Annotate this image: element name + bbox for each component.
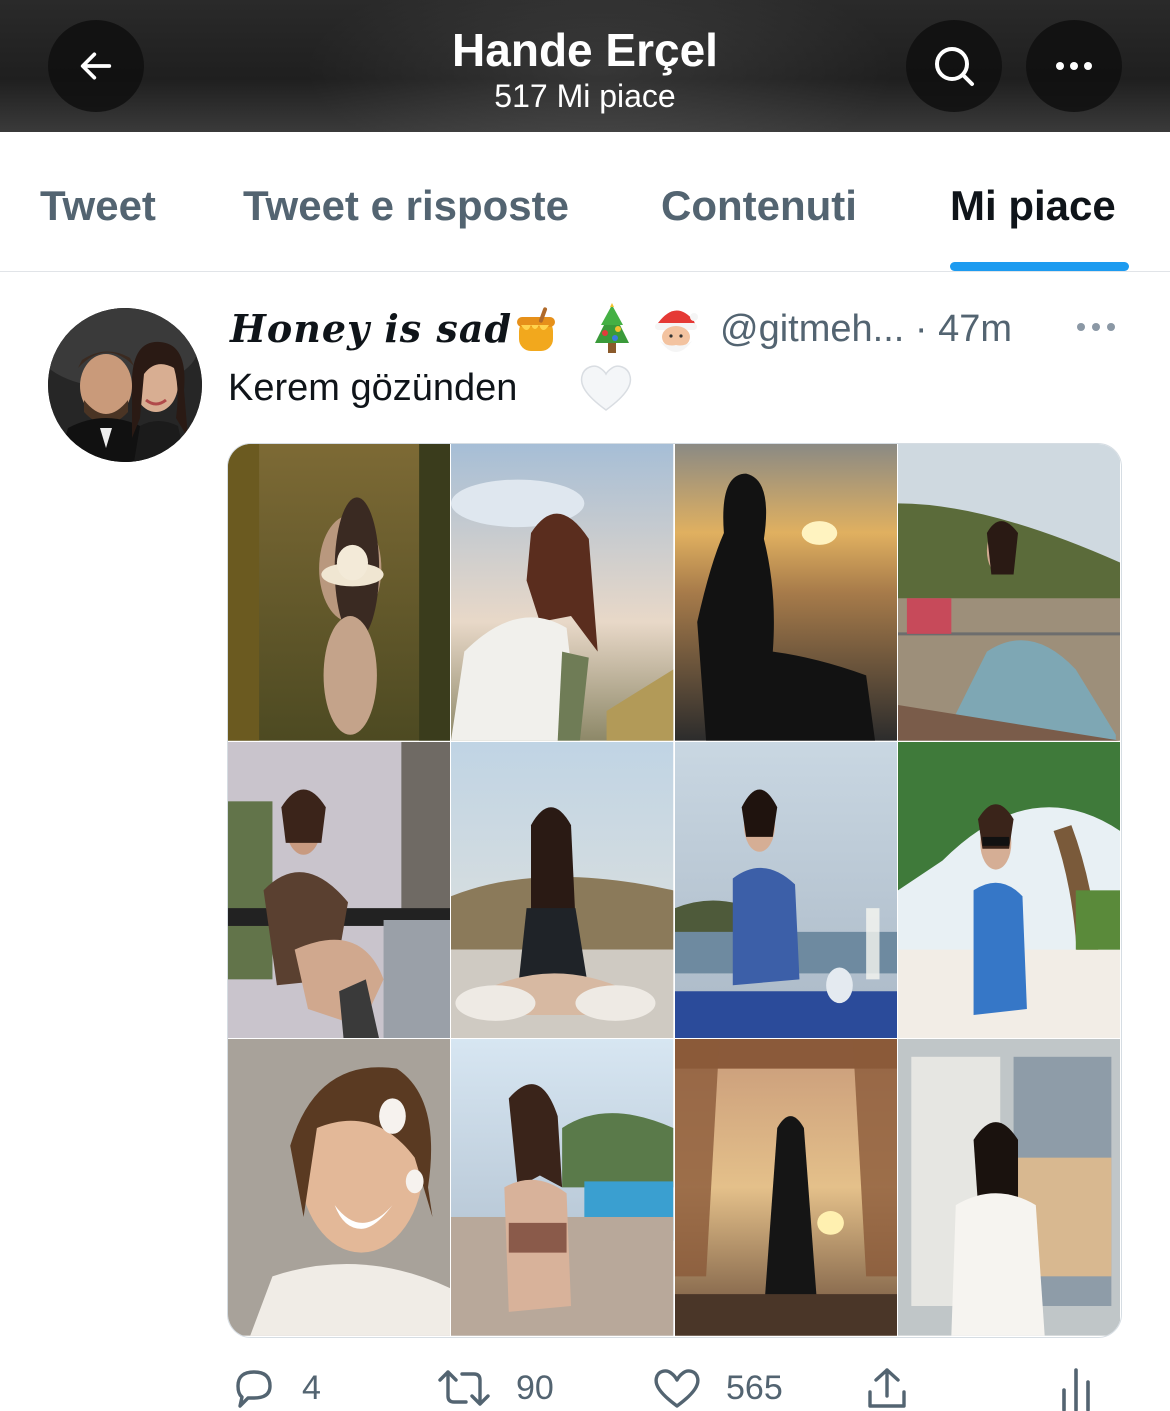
like-count: 565 <box>726 1369 783 1407</box>
tweet-time[interactable]: · 47m <box>915 308 1012 350</box>
retweet-icon <box>438 1370 490 1406</box>
tweet-author-handle: @gitmeh... · 47m <box>720 307 1012 351</box>
profile-name: Hande Erçel <box>452 24 718 76</box>
analytics-icon <box>1062 1368 1090 1411</box>
more-horizontal-icon <box>1056 62 1092 70</box>
share-button[interactable] <box>864 1366 910 1411</box>
retweet-count: 90 <box>516 1369 554 1407</box>
santa-emoji-icon <box>650 302 702 358</box>
media-photo[interactable] <box>228 1039 452 1337</box>
media-photo[interactable] <box>674 1039 898 1337</box>
tweet-author-name[interactable]: Honey is sad <box>230 305 512 353</box>
honey-pot-emoji-icon <box>510 302 562 358</box>
tweet-media-grid[interactable] <box>227 443 1122 1338</box>
back-button[interactable] <box>48 20 144 112</box>
media-photo[interactable] <box>228 444 452 742</box>
media-photo[interactable] <box>897 1039 1121 1337</box>
tab-tweet[interactable]: Tweet <box>40 182 156 230</box>
more-button[interactable] <box>1026 20 1122 112</box>
media-photo[interactable] <box>897 741 1121 1040</box>
avatar[interactable] <box>48 308 202 462</box>
likes-count: 517 Mi piace <box>494 78 676 114</box>
profile-header: Hande Erçel 517 Mi piace <box>0 0 1170 132</box>
media-photo[interactable] <box>228 741 452 1040</box>
christmas-tree-emoji-icon <box>586 302 638 358</box>
tweet-text: Kerem gözünden <box>228 367 518 409</box>
media-photo[interactable] <box>451 741 675 1040</box>
tab-contenuti[interactable]: Contenuti <box>661 182 857 230</box>
reply-icon <box>236 1370 272 1408</box>
like-button[interactable]: 565 <box>652 1366 783 1410</box>
white-heart-emoji-icon <box>578 362 634 414</box>
tab-tweet-e-risposte[interactable]: Tweet e risposte <box>243 182 569 230</box>
tab-mi-piace[interactable]: Mi piace <box>950 182 1116 230</box>
tweet-handle[interactable]: @gitmeh... <box>720 308 904 350</box>
more-horizontal-icon <box>1077 323 1115 331</box>
media-photo[interactable] <box>674 741 898 1040</box>
reply-button[interactable]: 4 <box>230 1366 321 1410</box>
active-tab-indicator <box>950 262 1129 271</box>
search-icon <box>935 47 974 86</box>
media-photo[interactable] <box>451 1039 675 1337</box>
profile-tabs: Tweet Tweet e risposte Contenuti Mi piac… <box>0 132 1170 272</box>
share-icon <box>868 1368 906 1408</box>
tweet-action-bar: 4 90 565 <box>0 1340 1170 1411</box>
heart-icon <box>654 1369 700 1408</box>
search-button[interactable] <box>906 20 1002 112</box>
reply-count: 4 <box>302 1369 321 1407</box>
media-photo[interactable] <box>674 444 898 742</box>
tweet-more-button[interactable] <box>1072 312 1120 342</box>
media-photo[interactable] <box>451 444 675 742</box>
analytics-button[interactable] <box>1056 1366 1096 1411</box>
media-photo[interactable] <box>897 444 1121 742</box>
arrow-left-icon <box>80 52 112 80</box>
retweet-button[interactable]: 90 <box>436 1366 554 1410</box>
